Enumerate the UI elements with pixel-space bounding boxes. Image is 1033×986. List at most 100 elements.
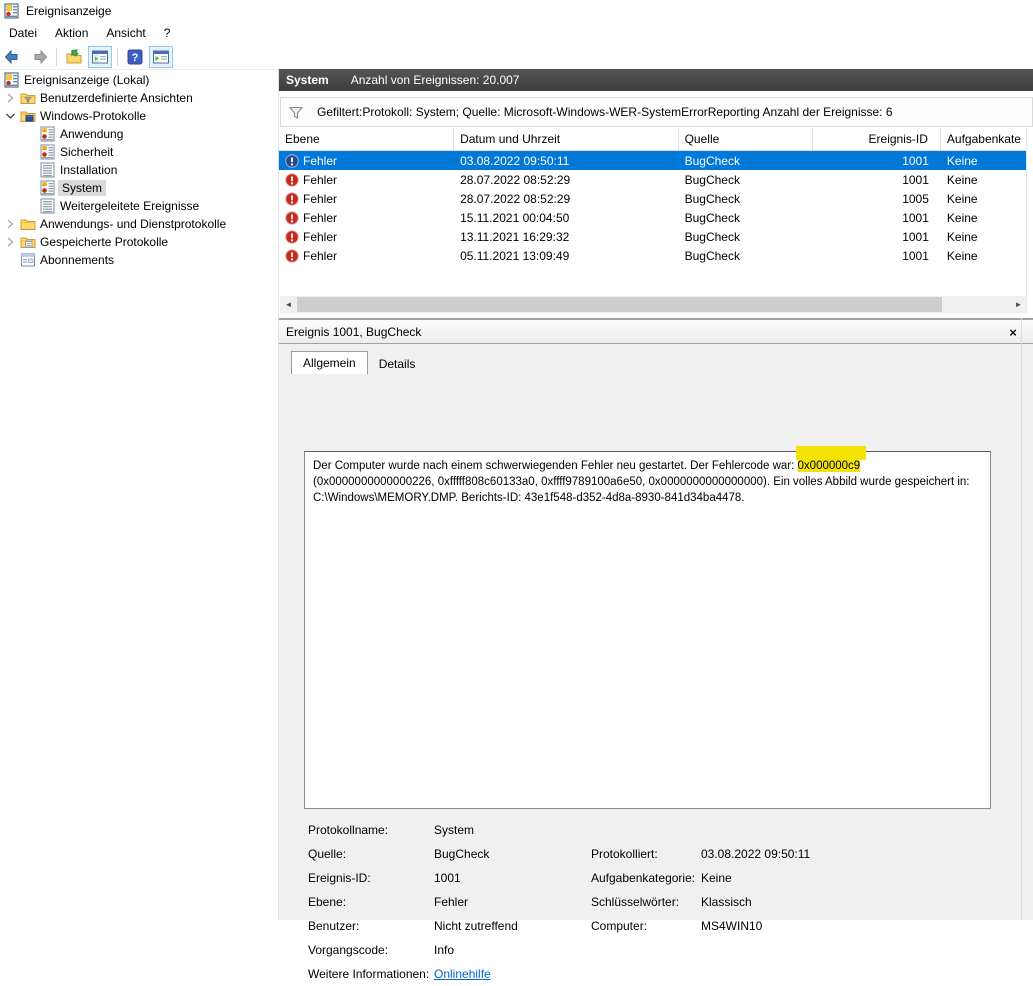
cell-category: Keine [946,210,978,225]
table-row[interactable]: Fehler 03.08.2022 09:50:11 BugCheck 1001… [279,151,1026,170]
horizontal-scrollbar[interactable]: ◄ ► [280,296,1027,313]
field-ereignis-id: Ereignis-ID: 1001 [308,866,461,890]
field-schluesselwoerter: Schlüsselwörter: Klassisch [591,890,752,914]
tree-item-weitergeleitete[interactable]: Weitergeleitete Ereignisse [40,197,199,215]
scrollbar-thumb[interactable] [297,297,942,312]
chevron-down-icon[interactable] [4,110,16,122]
chevron-right-icon[interactable] [4,236,16,248]
subscriptions-icon [21,253,35,267]
field-value: Fehler [434,895,469,909]
log-title-bar: System Anzahl von Ereignissen: 20.007 [279,69,1033,91]
tab-details[interactable]: Details [368,354,427,374]
description-text: (0x0000000000000226, 0xfffff808c60133a0,… [313,476,970,504]
tree-item-installation[interactable]: Installation [40,161,117,179]
cell-level: Fehler [303,191,338,206]
description-text: Der Computer wurde nach einem schwerwieg… [313,460,798,472]
export-button[interactable] [62,46,86,68]
log-name: System [286,73,329,87]
tree-item-windows-logs[interactable]: Windows-Protokolle [4,107,146,125]
console-tree-toggle-button[interactable] [88,45,112,68]
online-help-link[interactable]: Onlinehilfe [434,967,491,981]
tree-label: Ereignisanzeige (Lokal) [24,73,150,87]
field-value: Info [434,943,455,957]
menu-aktion[interactable]: Aktion [46,23,97,43]
main-panel: System Anzahl von Ereignissen: 20.007 Ge… [278,68,1033,981]
cell-datetime: 15.11.2021 00:04:50 [460,210,570,225]
folder-saved-icon [20,234,36,250]
folder-windows-icon [20,108,36,124]
tree-label: Sicherheit [60,145,114,159]
cell-level: Fehler [303,248,338,263]
filter-banner: Gefiltert:Protokoll: System; Quelle: Mic… [280,97,1033,127]
tree-item-anwendung[interactable]: Anwendung [40,125,123,143]
tree-item-abonnements[interactable]: Abonnements [20,251,114,269]
help-button[interactable] [123,46,147,68]
column-header-quelle[interactable]: Quelle [679,128,814,150]
column-header-datum[interactable]: Datum und Uhrzeit [454,128,679,150]
tree-item-sicherheit[interactable]: Sicherheit [40,143,113,161]
folder-icon [20,219,36,230]
title-bar: Ereignisanzeige [0,0,1033,22]
tree-item-root[interactable]: Ereignisanzeige (Lokal) [4,71,149,89]
field-protokollname: Protokollname: System [308,818,474,842]
error-icon [285,172,299,187]
field-label: Aufgabenkategorie: [591,871,696,885]
console-tree: Ereignisanzeige (Lokal) Benutzerdefinier… [0,70,272,920]
console-tree-icon [92,50,108,63]
error-icon [285,229,299,244]
event-list: Ebene Datum und Uhrzeit Quelle Ereignis-… [279,128,1027,296]
cell-source: BugCheck [684,153,740,168]
table-row[interactable]: Fehler 13.11.2021 16:29:32 BugCheck 1001… [279,227,1026,246]
cell-event-id: 1001 [902,229,929,244]
chevron-right-icon[interactable] [4,218,16,230]
column-header-ereignis-id[interactable]: Ereignis-ID [813,128,941,150]
cell-source: BugCheck [684,191,740,206]
menu-hilfe[interactable]: ? [155,23,180,43]
toolbar-separator [56,47,57,66]
action-pane-toggle-button[interactable] [149,45,173,68]
table-row[interactable]: Fehler 28.07.2022 08:52:29 BugCheck 1001… [279,170,1026,189]
forward-button[interactable] [27,46,51,68]
app-icon [4,3,19,19]
scroll-left-button[interactable]: ◄ [280,296,297,313]
field-value: System [434,823,475,837]
menu-datei[interactable]: Datei [0,23,46,43]
field-benutzer: Benutzer: Nicht zutreffend [308,914,518,938]
field-value: Klassisch [701,895,752,909]
close-icon[interactable]: × [1004,323,1022,341]
column-header-aufgabenkategorie[interactable]: Aufgabenkate [941,128,1026,150]
tree-item-system[interactable]: System [40,179,107,197]
back-arrow-icon [5,50,18,63]
field-label: Computer: [591,919,648,933]
tree-label-selected: System [58,180,107,196]
back-button[interactable] [1,46,25,68]
chevron-right-icon[interactable] [4,92,16,104]
tree-item-gespeicherte[interactable]: Gespeicherte Protokolle [4,233,168,251]
cell-category: Keine [946,172,978,187]
field-weitere-informationen: Weitere Informationen: Onlinehilfe [308,962,491,986]
table-row[interactable]: Fehler 15.11.2021 00:04:50 BugCheck 1001… [279,208,1026,227]
tree-label: Gespeicherte Protokolle [40,235,169,249]
column-header-ebene[interactable]: Ebene [279,128,455,150]
table-row[interactable]: Fehler 05.11.2021 13:09:49 BugCheck 1001… [279,246,1026,265]
tree-label: Anwendungs- und Dienstprotokolle [40,217,227,231]
menu-ansicht[interactable]: Ansicht [97,23,154,43]
scroll-right-button[interactable]: ► [1010,296,1027,313]
cell-datetime: 28.07.2022 08:52:29 [460,191,571,206]
tree-label: Anwendung [60,127,124,141]
tree-item-dienstprotokolle[interactable]: Anwendungs- und Dienstprotokolle [4,215,226,233]
tab-bar: Allgemein Details [291,350,426,374]
cell-level: Fehler [303,229,338,244]
tree-item-custom-views[interactable]: Benutzerdefinierte Ansichten [4,89,193,107]
table-row[interactable]: Fehler 28.07.2022 08:52:29 BugCheck 1005… [279,189,1026,208]
tab-allgemein[interactable]: Allgemein [291,351,368,374]
tree-label: Weitergeleitete Ereignisse [60,199,200,213]
field-label: Protokolliert: [591,847,658,861]
field-value: MS4WIN10 [701,919,763,933]
tree-label: Installation [60,163,118,177]
log-event-icon [40,126,55,142]
field-label: Quelle: [308,847,347,861]
error-icon [285,210,299,225]
field-value: 1001 [434,871,461,885]
field-quelle: Quelle: BugCheck [308,842,489,866]
